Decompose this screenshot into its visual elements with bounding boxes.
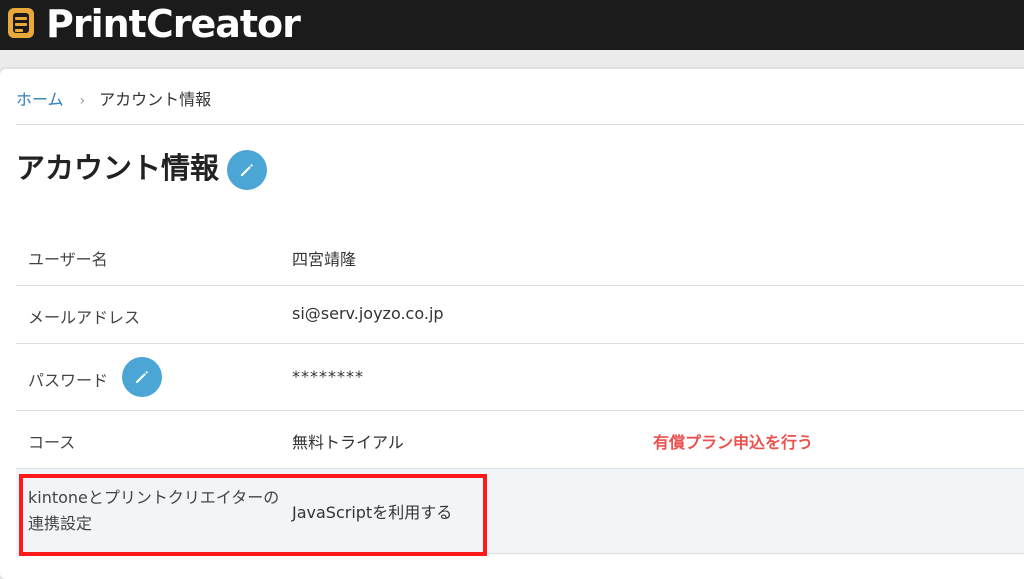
breadcrumb: ホーム › アカウント情報 [16, 88, 211, 112]
app-name[interactable]: PrintCreator [46, 0, 301, 50]
edit-account-button[interactable] [227, 150, 267, 190]
table-row-username: ユーザー名 四宮靖隆 [16, 228, 1024, 286]
page-title: アカウント情報 [16, 151, 220, 185]
edit-password-button[interactable] [122, 357, 162, 397]
course-value: 無料トライアル [292, 433, 404, 452]
pencil-icon [136, 371, 148, 383]
table-row-email: メールアドレス si@serv.joyzo.co.jp [16, 286, 1024, 344]
password-value: ******** [292, 367, 364, 386]
divider [16, 124, 1024, 125]
username-label: ユーザー名 [28, 250, 108, 269]
table-row-kintone-integration: kintoneとプリントクリエイターの連携設定 JavaScriptを利用する [16, 469, 1024, 554]
upgrade-plan-link[interactable]: 有償プラン申込を行う [653, 429, 813, 453]
breadcrumb-separator-icon: › [79, 93, 86, 109]
email-value: si@serv.joyzo.co.jp [292, 304, 444, 323]
kintone-integration-label: kintoneとプリントクリエイターの連携設定 [28, 488, 280, 533]
kintone-integration-value: JavaScriptを利用する [292, 503, 453, 522]
pencil-icon [241, 164, 253, 176]
table-row-password: パスワード ******** [16, 344, 1024, 411]
breadcrumb-current: アカウント情報 [99, 90, 212, 109]
table-row-course: コース 無料トライアル 有償プラン申込を行う [16, 411, 1024, 469]
breadcrumb-home-link[interactable]: ホーム [16, 90, 64, 109]
username-value: 四宮靖隆 [292, 250, 357, 269]
password-label: パスワード [28, 371, 109, 390]
printcreator-logo-icon[interactable] [4, 4, 40, 42]
top-bar: PrintCreator [0, 0, 1024, 50]
course-label: コース [28, 433, 76, 452]
email-label: メールアドレス [28, 308, 141, 327]
